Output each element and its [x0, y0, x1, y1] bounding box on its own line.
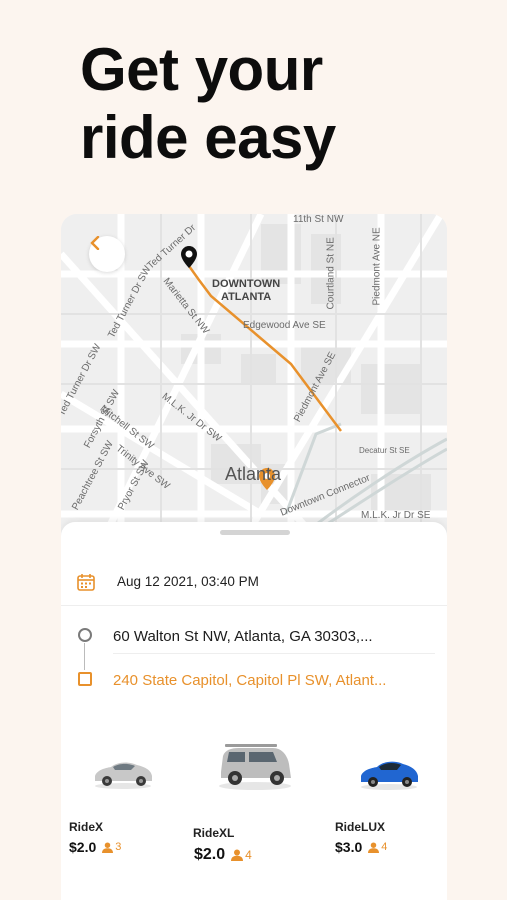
route-connector [84, 643, 85, 670]
schedule-row[interactable]: Aug 12 2021, 03:40 PM [61, 558, 447, 606]
downtown-label-line-2: ATLANTA [220, 291, 272, 303]
downtown-label-line-1: DOWNTOWN [212, 278, 281, 290]
ride-price: $3.0 [335, 839, 363, 855]
origin-marker-icon [78, 628, 92, 642]
origin-address[interactable]: 60 Walton St NW, Atlanta, GA 30303,... [113, 628, 433, 645]
calendar-icon [77, 574, 95, 591]
ride-seats: 4 [231, 848, 252, 862]
ride-seats: 3 [102, 841, 121, 853]
street-label-piedmont-ne: Piedmont Ave NE [371, 227, 383, 306]
street-label-decatur: Decatur St SE [359, 446, 410, 455]
car-ridelux-icon[interactable] [357, 752, 421, 792]
destination-address[interactable]: 240 State Capitol, Capitol Pl SW, Atlant… [113, 672, 433, 689]
address-divider [113, 653, 435, 654]
street-label-top: 11th St NW [293, 214, 344, 225]
headline-line-2: ride easy [80, 104, 336, 171]
ride-price-row: $3.0 4 [335, 839, 387, 855]
ride-price-row: $2.0 3 [69, 839, 121, 855]
chevron-left-icon [90, 236, 100, 250]
ride-seats: 4 [368, 841, 387, 853]
destination-marker-icon [78, 672, 92, 686]
person-icon [368, 841, 380, 853]
street-label-edgewood: Edgewood Ave SE [243, 320, 326, 331]
ride-name: RideX [69, 820, 104, 834]
headline-line-1: Get your [80, 36, 323, 103]
sheet-handle[interactable] [220, 530, 290, 535]
ride-price-row: $2.0 4 [194, 846, 252, 864]
trip-datetime: Aug 12 2021, 03:40 PM [117, 574, 259, 589]
ride-price: $2.0 [69, 839, 97, 855]
ride-price: $2.0 [194, 846, 226, 863]
person-icon [102, 841, 114, 853]
back-button[interactable] [89, 236, 125, 272]
street-label-courtland: Courtland St NE [325, 237, 337, 310]
phone-screen: 11th St NW Ted Turner Dr Marietta St NW … [61, 214, 447, 900]
map-view[interactable]: 11th St NW Ted Turner Dr Marietta St NW … [61, 214, 447, 544]
headline: Get your ride easy [80, 36, 336, 172]
downtown-label: DOWNTOWN ATLANTA [212, 278, 280, 304]
ride-seat-count: 3 [115, 841, 122, 853]
street-label-mlk-se: M.L.K. Jr Dr SE [361, 510, 431, 521]
car-ridexl-icon[interactable] [215, 740, 295, 792]
person-icon [231, 849, 244, 861]
ride-seat-count: 4 [245, 848, 252, 862]
ride-name: RideXL [193, 826, 235, 840]
trip-sheet: Aug 12 2021, 03:40 PM 60 Walton St NW, A… [61, 522, 447, 900]
ride-seat-count: 4 [381, 841, 388, 853]
car-ridex-icon[interactable] [91, 754, 155, 790]
city-label: Atlanta [225, 464, 282, 484]
ride-name: RideLUX [335, 820, 386, 834]
